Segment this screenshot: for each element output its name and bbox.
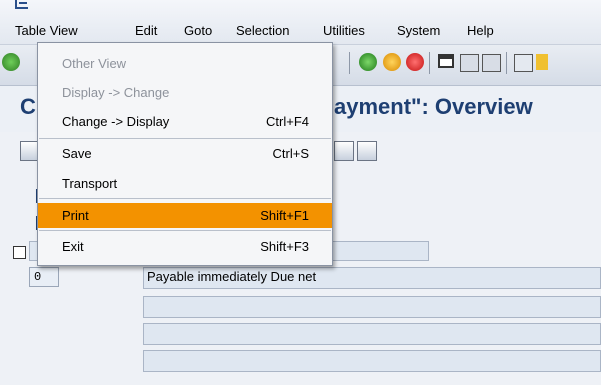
toolbar-separator [506,52,507,74]
prev-page-icon[interactable] [536,54,548,70]
table-row-key[interactable]: 0 [29,267,59,287]
menu-item-save[interactable]: Save Ctrl+S [38,141,332,166]
menu-utilities[interactable]: Utilities [323,22,365,40]
menu-item-transport[interactable]: Transport [38,171,332,196]
find-next-icon[interactable] [482,54,501,72]
toolbar-separator [429,52,430,74]
menu-item-display-change: Display -> Change [62,85,170,100]
menu-separator [39,138,331,139]
menu-table-view[interactable]: Table View [15,22,78,40]
menu-item-exit[interactable]: Exit Shift+F3 [38,234,332,259]
page-title-suffix: ayment": Overview [334,94,533,119]
table-row-empty [143,323,601,345]
menu-separator [39,230,331,231]
toolbar-separator [349,52,350,74]
menu-goto[interactable]: Goto [184,22,212,40]
menu-system[interactable]: System [397,22,440,40]
exit-icon[interactable] [383,53,401,71]
menu-separator [39,198,331,199]
menu-item-change-display[interactable]: Change -> Display Ctrl+F4 [38,109,332,134]
table-row-empty [143,350,601,372]
table-view-dropdown-menu: Other View Display -> Change Change -> D… [37,42,333,266]
table-row-empty [143,296,601,318]
cancel-icon[interactable] [406,53,424,71]
find-icon[interactable] [460,54,479,72]
select-all-checkbox[interactable] [13,246,26,259]
menu-item-other-view: Other View [62,56,127,71]
print-icon[interactable] [438,54,454,68]
back-icon[interactable] [359,53,377,71]
sap-menu-icon[interactable] [14,0,30,14]
menu-selection[interactable]: Selection [236,22,289,40]
table-row-text: Payable immediately Due net [147,269,317,284]
menu-item-print[interactable]: Print Shift+F1 [38,203,332,228]
menu-bar [0,0,601,45]
menu-help[interactable]: Help [467,22,494,40]
select-block-icon[interactable] [334,141,354,161]
deselect-all-icon[interactable] [357,141,377,161]
menu-edit[interactable]: Edit [135,22,157,40]
first-page-icon[interactable] [514,54,533,72]
enter-icon[interactable] [2,53,20,71]
page-title: C [20,94,36,119]
